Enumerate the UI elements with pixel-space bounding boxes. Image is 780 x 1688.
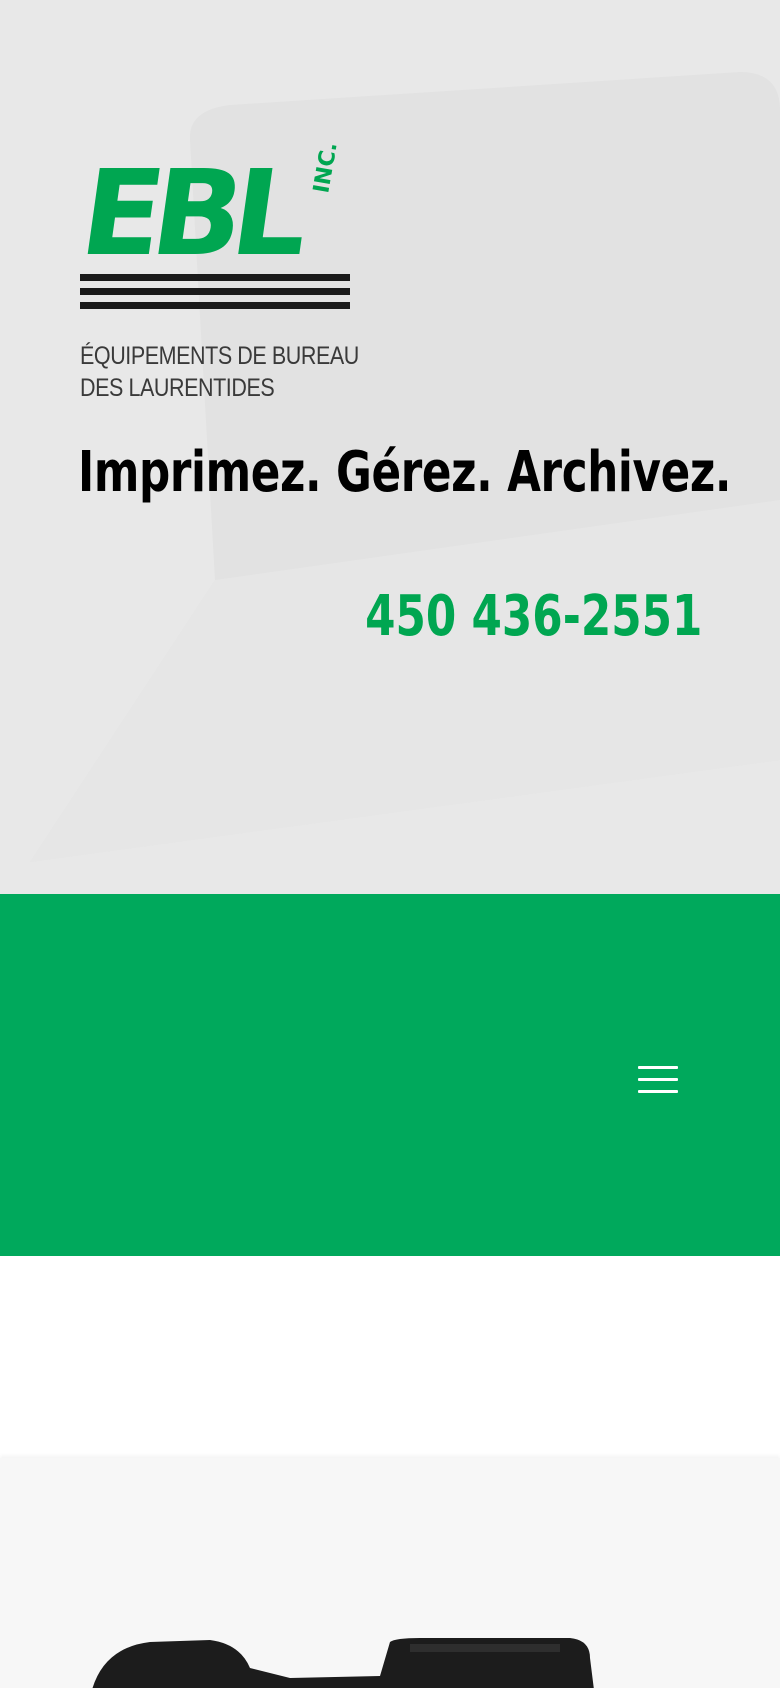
logo-stripe-2 xyxy=(80,288,350,295)
site-header: EBL INC. ÉQUIPEMENTS DE BUREAU DES LAURE… xyxy=(0,0,780,894)
logo-stripe-3 xyxy=(80,302,350,309)
phone-link[interactable]: 450 436-2551 xyxy=(365,584,702,649)
ebl-letters: EBL xyxy=(78,145,315,282)
hamburger-menu-icon[interactable] xyxy=(636,1062,680,1098)
logo-subtitle: ÉQUIPEMENTS DE BUREAU DES LAURENTIDES xyxy=(80,340,359,404)
hamburger-line-2 xyxy=(638,1078,678,1081)
logo-subtitle-line2: DES LAURENTIDES xyxy=(80,374,275,402)
content-spacer xyxy=(0,1256,780,1458)
logo-ebl-text: EBL xyxy=(78,145,315,282)
logo-inc-text: INC. xyxy=(309,140,342,195)
page: EBL INC. ÉQUIPEMENTS DE BUREAU DES LAURE… xyxy=(0,0,780,1688)
logo-subtitle-line1: ÉQUIPEMENTS DE BUREAU xyxy=(80,342,359,370)
product-section xyxy=(0,1458,780,1688)
header-tagline: Imprimez. Gérez. Archivez. xyxy=(78,440,732,505)
printer-image xyxy=(92,1638,594,1688)
logo-stripe-1 xyxy=(80,274,350,281)
hamburger-line-3 xyxy=(638,1090,678,1093)
hamburger-line-1 xyxy=(638,1066,678,1069)
main-navigation-bar xyxy=(0,894,780,1256)
